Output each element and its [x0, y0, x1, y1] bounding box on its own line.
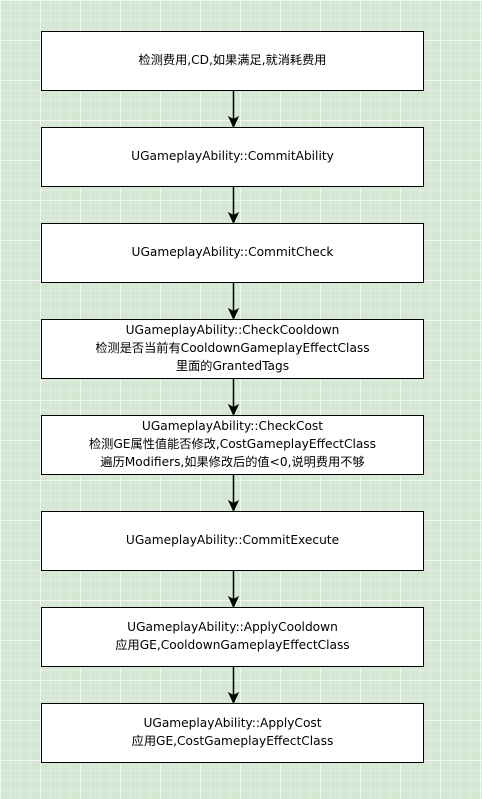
- edge-arrow: [227, 187, 240, 225]
- arrowhead-icon: [227, 499, 240, 513]
- node-check-cost-cd: 检测费用,CD,如果满足,就消耗费用: [41, 31, 424, 91]
- edge-arrow: [227, 475, 240, 513]
- node-text: 应用GE,CooldownGameplayEffectClass: [115, 638, 350, 652]
- node-text: UGameplayAbility::CheckCost: [141, 419, 324, 434]
- node-text: 应用GE,CostGameplayEffectClass: [131, 734, 334, 748]
- node-commit-execute: UGameplayAbility::CommitExecute: [41, 511, 424, 571]
- node-text: 里面的GrantedTags: [175, 358, 290, 373]
- arrowhead-icon: [227, 307, 240, 321]
- node-text: UGameplayAbility::ApplyCooldown: [127, 620, 338, 635]
- node-check-cost: UGameplayAbility::CheckCost 检测GE属性值能否修改,…: [41, 415, 424, 475]
- node-text: UGameplayAbility::CheckCooldown: [125, 323, 340, 338]
- node-check-cooldown: UGameplayAbility::CheckCooldown 检测是否当前有C…: [41, 319, 424, 379]
- edge-arrow: [227, 379, 240, 417]
- node-text: 遍历Modifiers,如果修改后的值<0,说明费用不够: [100, 454, 365, 469]
- node-text: UGameplayAbility::ApplyCost: [143, 716, 322, 731]
- node-commit-ability: UGameplayAbility::CommitAbility: [41, 127, 424, 187]
- node-text: 检测费用,CD,如果满足,就消耗费用: [138, 53, 327, 68]
- edge-arrow: [227, 91, 240, 129]
- edge-arrow: [227, 667, 240, 705]
- node-text: UGameplayAbility::CommitExecute: [125, 533, 340, 548]
- edge-arrow: [227, 283, 240, 321]
- arrowhead-icon: [227, 691, 240, 705]
- arrowhead-icon: [227, 403, 240, 417]
- flowchart: 检测费用,CD,如果满足,就消耗费用 UGameplayAbility::Com…: [0, 0, 482, 799]
- arrowhead-icon: [227, 115, 240, 129]
- arrowhead-icon: [227, 595, 240, 609]
- node-apply-cost: UGameplayAbility::ApplyCost 应用GE,CostGam…: [41, 703, 424, 763]
- node-commit-check: UGameplayAbility::CommitCheck: [41, 223, 424, 283]
- node-apply-cooldown: UGameplayAbility::ApplyCooldown 应用GE,Coo…: [41, 607, 424, 667]
- node-text: UGameplayAbility::CommitAbility: [131, 149, 334, 164]
- arrowhead-icon: [227, 211, 240, 225]
- edge-arrow: [227, 571, 240, 609]
- node-text: UGameplayAbility::CommitCheck: [131, 245, 334, 260]
- node-text: 检测GE属性值能否修改,CostGameplayEffectClass: [88, 437, 377, 452]
- flowchart-edges: [227, 91, 240, 705]
- node-text: 检测是否当前有CooldownGameplayEffectClass: [95, 341, 370, 356]
